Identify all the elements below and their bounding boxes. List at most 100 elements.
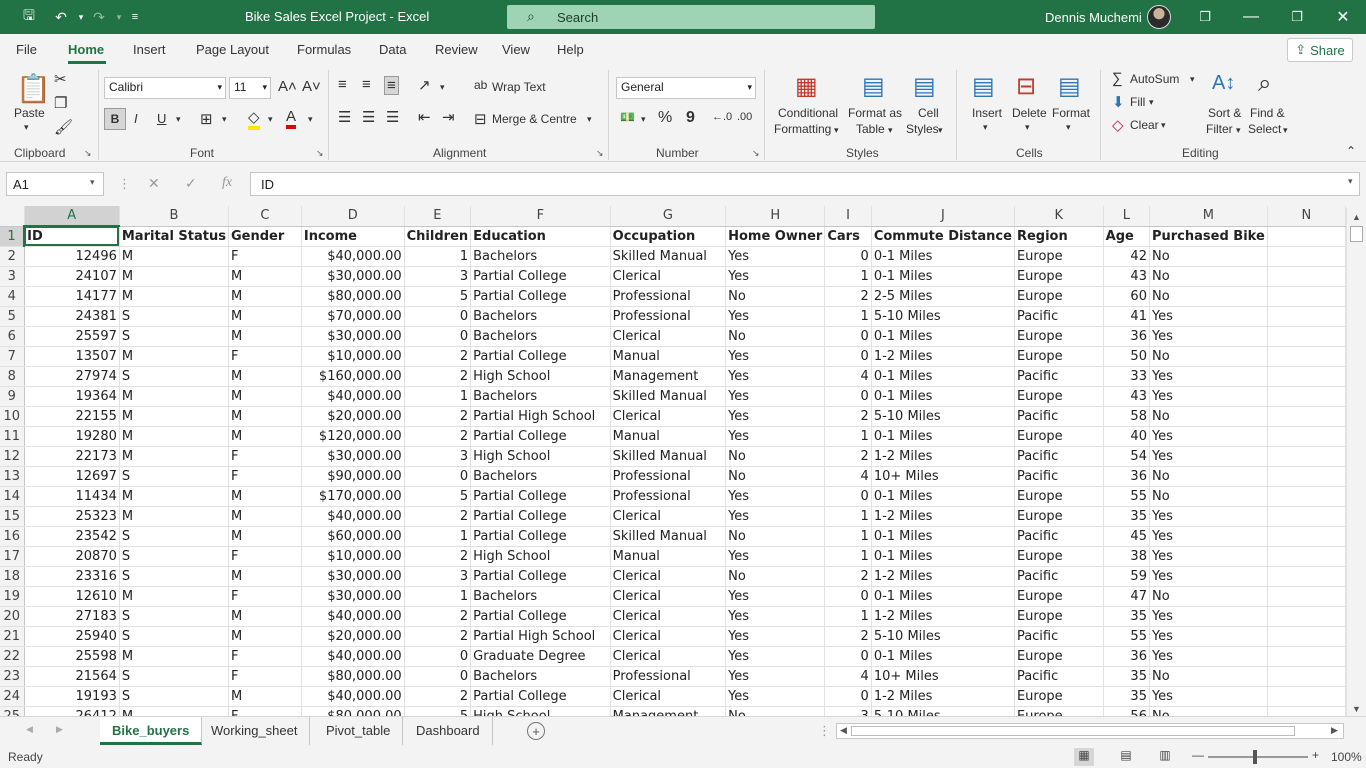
cell[interactable]: 45	[1103, 526, 1150, 547]
row-header[interactable]: 23	[0, 666, 25, 687]
cell[interactable]: M	[228, 686, 302, 707]
cell[interactable]: Yes	[1149, 446, 1268, 467]
cell[interactable]: 0	[404, 306, 472, 327]
cell[interactable]: 19193	[24, 686, 120, 707]
cell[interactable]: F	[228, 546, 302, 567]
ribbon-display-options-icon[interactable]: ❐	[1182, 0, 1228, 34]
delete-cells-icon[interactable]: ⊟	[1016, 72, 1036, 101]
cell[interactable]: 5-10 Miles	[871, 406, 1015, 427]
increase-decimal-icon[interactable]: ←.0	[712, 111, 732, 123]
wrap-text-icon[interactable]: ab	[474, 78, 487, 92]
cell[interactable]: Yes	[725, 586, 826, 607]
cell[interactable]: M	[119, 406, 229, 427]
cell[interactable]	[1267, 466, 1346, 487]
cell[interactable]: No	[1149, 466, 1268, 487]
cell[interactable]: 24107	[24, 266, 120, 287]
cell[interactable]: F	[228, 706, 302, 716]
format-cells-icon[interactable]: ▤	[1058, 72, 1081, 101]
cell[interactable]: Partial High School	[470, 626, 611, 647]
chevron-down-icon[interactable]: ▾	[176, 114, 181, 125]
cell[interactable]: Yes	[725, 506, 826, 527]
cell[interactable]: 0	[824, 586, 872, 607]
row-header[interactable]: 11	[0, 426, 25, 447]
cell[interactable]: Clerical	[610, 266, 727, 287]
scroll-thumb[interactable]	[851, 726, 1295, 736]
cell[interactable]: Partial College	[470, 606, 611, 627]
cell[interactable]: $70,000.00	[301, 306, 405, 327]
cell[interactable]: 43	[1103, 266, 1150, 287]
cell[interactable]: 1-2 Miles	[871, 686, 1015, 707]
cell[interactable]: Income	[301, 226, 405, 247]
cell[interactable]: Yes	[725, 386, 826, 407]
cell[interactable]: 0	[824, 326, 872, 347]
spreadsheet-grid[interactable]: ABCDEFGHIJKLMN 1 ID Marital Status Gender In…	[0, 206, 1346, 716]
cell[interactable]: 26412	[24, 706, 120, 716]
cell[interactable]: Purchased Bike	[1149, 226, 1268, 247]
find-select-label-1[interactable]: Find &	[1250, 106, 1285, 120]
cell[interactable]: 3	[404, 446, 472, 467]
cell[interactable]: High School	[470, 366, 611, 387]
cell[interactable]: 1-2 Miles	[871, 446, 1015, 467]
cell[interactable]: 2	[404, 506, 472, 527]
cell[interactable]: M	[119, 246, 229, 267]
cell-styles-icon[interactable]: ▤	[913, 72, 936, 101]
cell[interactable]: 23316	[24, 566, 120, 587]
cell[interactable]: 0-1 Miles	[871, 386, 1015, 407]
cell[interactable]: Children	[404, 226, 472, 247]
cell[interactable]	[1267, 226, 1346, 247]
enter-icon[interactable]: ✓	[185, 175, 197, 192]
zoom-slider[interactable]	[1208, 756, 1308, 758]
cell[interactable]: Cars	[824, 226, 872, 247]
cell[interactable]: 25323	[24, 506, 120, 527]
cell[interactable]: 60	[1103, 286, 1150, 307]
comma-style-button[interactable]: 9	[686, 109, 695, 127]
cell[interactable]: 0	[824, 486, 872, 507]
scroll-thumb[interactable]	[1350, 226, 1363, 242]
cell[interactable]: Yes	[1149, 426, 1268, 447]
align-center-icon[interactable]: ☰	[362, 108, 375, 126]
column-header-j[interactable]: J	[871, 206, 1015, 227]
cell[interactable]: 5	[404, 706, 472, 716]
cell[interactable]: Bachelors	[470, 246, 611, 267]
cell[interactable]: 0	[824, 386, 872, 407]
fill-button[interactable]: Fill	[1130, 95, 1145, 109]
cell-styles-label-1[interactable]: Cell	[918, 106, 939, 120]
cell[interactable]: 43	[1103, 386, 1150, 407]
cell[interactable]: 1-2 Miles	[871, 606, 1015, 627]
cell[interactable]	[1267, 406, 1346, 427]
cell[interactable]: M	[228, 526, 302, 547]
zoom-out-icon[interactable]: —	[1192, 748, 1204, 762]
cell[interactable]: Pacific	[1014, 626, 1104, 647]
cell[interactable]: Home Owner	[725, 226, 826, 247]
chevron-down-icon[interactable]: ▾	[1190, 74, 1195, 85]
cell[interactable]: 10+ Miles	[871, 666, 1015, 687]
cell[interactable]: $40,000.00	[301, 686, 405, 707]
chevron-down-icon[interactable]: ▾	[268, 114, 273, 125]
cell[interactable]: 35	[1103, 666, 1150, 687]
conditional-formatting-icon[interactable]: ▦	[795, 72, 818, 101]
cell[interactable]: No	[725, 526, 826, 547]
cell[interactable]: S	[119, 566, 229, 587]
cell[interactable]: 1-2 Miles	[871, 506, 1015, 527]
column-header-f[interactable]: F	[470, 206, 611, 227]
cell[interactable]: No	[725, 286, 826, 307]
column-header-k[interactable]: K	[1014, 206, 1104, 227]
cell[interactable]	[1267, 506, 1346, 527]
cell[interactable]: 1	[404, 526, 472, 547]
cell[interactable]: $80,000.00	[301, 666, 405, 687]
row-header[interactable]: 8	[0, 366, 25, 387]
cell[interactable]: 5	[404, 286, 472, 307]
cell[interactable]: Yes	[725, 546, 826, 567]
cell[interactable]: M	[119, 706, 229, 716]
cell[interactable]: 10+ Miles	[871, 466, 1015, 487]
chevron-down-icon[interactable]: ▾	[1283, 125, 1288, 136]
tab-file[interactable]: File	[16, 42, 37, 57]
column-header-d[interactable]: D	[301, 206, 405, 227]
format-as-table-label-2[interactable]: Table	[856, 122, 885, 136]
column-header-g[interactable]: G	[610, 206, 727, 227]
chevron-down-icon[interactable]: ▾	[222, 114, 227, 125]
merge-centre-button[interactable]: Merge & Centre	[492, 112, 577, 126]
cell[interactable]: 0-1 Miles	[871, 366, 1015, 387]
undo-icon[interactable]: ↶	[50, 6, 72, 28]
cell[interactable]: Pacific	[1014, 306, 1104, 327]
